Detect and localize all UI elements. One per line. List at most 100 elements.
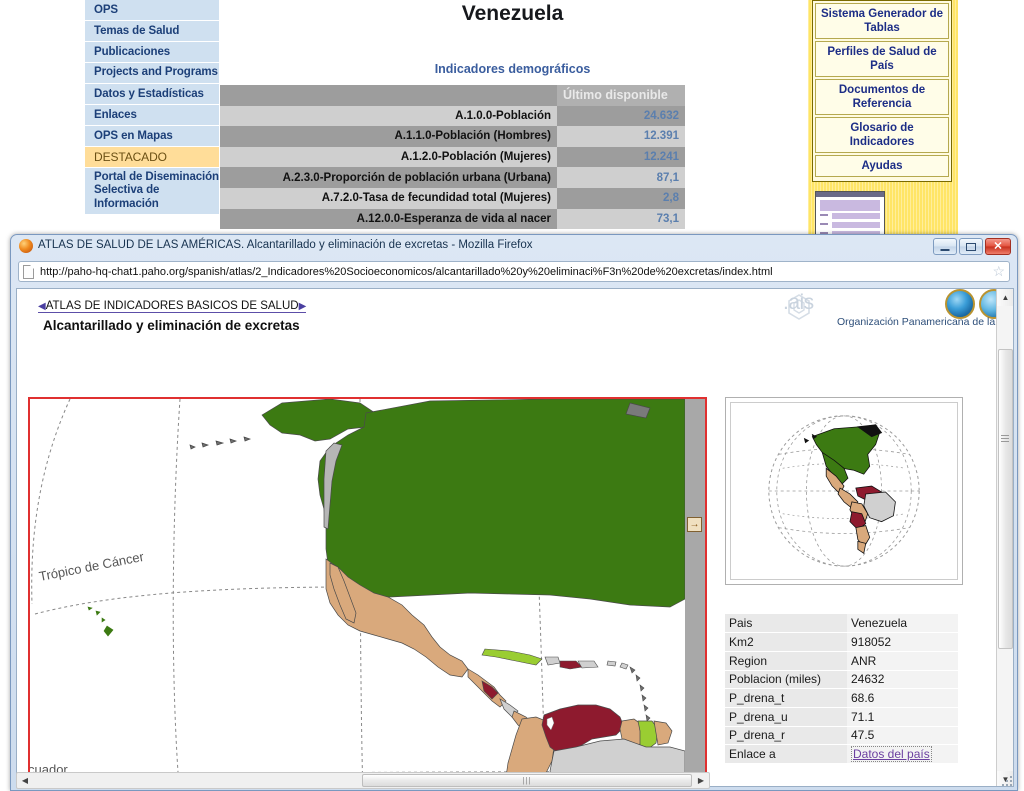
sidebar-item-datos-y-estadisticas[interactable]: Datos y Estadísticas bbox=[85, 84, 219, 105]
firefox-icon bbox=[19, 239, 33, 253]
globe-inset-canvas[interactable] bbox=[730, 402, 958, 580]
sidebar-item-temas-de-salud[interactable]: Temas de Salud bbox=[85, 21, 219, 42]
map-canvas[interactable]: Trópico de Cáncer cuador bbox=[30, 399, 685, 786]
button-perfiles-de-salud-de-pais[interactable]: Perfiles de Salud de País bbox=[815, 41, 949, 77]
demographic-indicators-table: Último disponible A.1.0.0-Población 24.6… bbox=[220, 85, 685, 230]
scrollbar-grip-icon bbox=[1001, 435, 1009, 444]
table-row: A.2.3.0-Proporción de población urbana (… bbox=[220, 167, 685, 188]
scroll-up-arrow-icon[interactable]: ▲ bbox=[997, 289, 1013, 306]
datos-del-pais-link[interactable]: Datos del país bbox=[851, 746, 932, 763]
attr-key: Km2 bbox=[725, 632, 847, 652]
attr-value: 918052 bbox=[847, 632, 958, 652]
attr-value: 24632 bbox=[847, 670, 958, 690]
maximize-button[interactable] bbox=[959, 238, 983, 255]
indicator-value: 12.391 bbox=[557, 126, 685, 147]
right-sidebar-yellow: Sistema Generador de Tablas Perfiles de … bbox=[808, 0, 958, 288]
globe-inset-icon bbox=[768, 415, 920, 567]
indicator-label: A.12.0.0-Esperanza de vida al nacer bbox=[220, 208, 557, 230]
background-main-column: Venezuela Indicadores demográficos Últim… bbox=[220, 0, 805, 236]
close-button[interactable]: ✕ bbox=[985, 238, 1011, 255]
minimize-button[interactable] bbox=[933, 238, 957, 255]
window-controls: ✕ bbox=[933, 238, 1011, 255]
ais-logo-text: .ais bbox=[783, 291, 814, 314]
button-sistema-generador-de-tablas[interactable]: Sistema Generador de Tablas bbox=[815, 3, 949, 39]
url-bar[interactable]: http://paho-hq-chat1.paho.org/spanish/at… bbox=[18, 261, 1010, 282]
table-row: Poblacion (miles) 24632 bbox=[725, 670, 958, 690]
table-row: Enlace a Datos del país bbox=[725, 744, 958, 764]
scroll-right-arrow-icon[interactable]: ▶ bbox=[693, 773, 709, 788]
attr-key: P_drena_u bbox=[725, 707, 847, 727]
hscrollbar-thumb[interactable]: ||| bbox=[362, 774, 692, 787]
attr-key: P_drena_r bbox=[725, 726, 847, 746]
indicator-label: A.1.0.0-Población bbox=[220, 105, 557, 127]
browser-navigation-bar: http://paho-hq-chat1.paho.org/spanish/at… bbox=[11, 258, 1017, 285]
indicator-value: 87,1 bbox=[557, 167, 685, 188]
map-panel[interactable]: Trópico de Cáncer cuador → ↘ ↓ 4000000 m bbox=[28, 397, 707, 786]
globe-inset-panel[interactable] bbox=[725, 397, 963, 585]
attr-value: 68.6 bbox=[847, 688, 958, 708]
table-row: P_drena_r 47.5 bbox=[725, 726, 958, 746]
sidebar-item-portal-diseminacion[interactable]: Portal de Diseminación Selectiva de Info… bbox=[85, 168, 219, 215]
table-row: Region ANR bbox=[725, 651, 958, 671]
table-row: A.12.0.0-Esperanza de vida al nacer 73,1 bbox=[220, 208, 685, 230]
table-row: P_drena_u 71.1 bbox=[725, 707, 958, 727]
table-row: A.1.0.0-Población 24.632 bbox=[220, 105, 685, 127]
indicators-subtitle: Indicadores demográficos bbox=[434, 62, 591, 76]
button-glosario-de-indicadores[interactable]: Glosario de Indicadores bbox=[815, 117, 949, 153]
indicator-label: A.2.3.0-Proporción de población urbana (… bbox=[220, 167, 557, 188]
window-title: ATLAS DE SALUD DE LAS AMÉRICAS. Alcantar… bbox=[38, 239, 533, 251]
indicator-value: 24.632 bbox=[557, 105, 685, 127]
attr-key: Enlace a bbox=[725, 744, 847, 764]
attr-key: Region bbox=[725, 651, 847, 671]
attr-key: P_drena_t bbox=[725, 688, 847, 708]
bookmark-star-icon[interactable]: ☆ bbox=[992, 263, 1005, 280]
country-attributes-table: Pais Venezuela Km2 918052 Region ANR Pob… bbox=[725, 614, 958, 764]
indicator-label: A.1.1.0-Población (Hombres) bbox=[220, 126, 557, 147]
attr-value: ANR bbox=[847, 651, 958, 671]
url-text[interactable]: http://paho-hq-chat1.paho.org/spanish/at… bbox=[40, 266, 988, 278]
sidebar-item-ops[interactable]: OPS bbox=[85, 0, 219, 21]
breadcrumb-next-icon[interactable]: ▶ bbox=[299, 301, 307, 312]
sidebar-item-destacado: DESTACADO bbox=[85, 146, 219, 168]
table-header-row: Último disponible bbox=[220, 85, 685, 106]
scrollbar-thumb[interactable] bbox=[998, 349, 1013, 649]
page-icon bbox=[23, 264, 34, 279]
left-sidebar-nav: OPS Temas de Salud Publicaciones Project… bbox=[85, 0, 220, 215]
breadcrumb-prev-icon[interactable]: ◀ bbox=[38, 301, 46, 312]
sidebar-item-publicaciones[interactable]: Publicaciones bbox=[85, 42, 219, 63]
map-scrollbar-vertical[interactable] bbox=[685, 399, 705, 786]
page-scrollbar-vertical[interactable]: ▲ ▼ bbox=[996, 289, 1013, 786]
firefox-window: ATLAS DE SALUD DE LAS AMÉRICAS. Alcantar… bbox=[10, 234, 1018, 791]
sidebar-item-projects-and-programs[interactable]: Projects and Programs bbox=[85, 63, 219, 84]
indicator-value: 12.241 bbox=[557, 146, 685, 168]
atlas-page-header: ◀ATLAS DE INDICADORES BASICOS DE SALUD▶ … bbox=[17, 289, 1013, 335]
table-row: A.1.1.0-Población (Hombres) 12.391 bbox=[220, 126, 685, 147]
yellow-button-group: Sistema Generador de Tablas Perfiles de … bbox=[812, 0, 952, 182]
attr-value: Venezuela bbox=[847, 614, 958, 634]
breadcrumb[interactable]: ◀ATLAS DE INDICADORES BASICOS DE SALUD▶ bbox=[38, 300, 307, 313]
window-scrollbar-horizontal[interactable]: ◀ ||| ▶ bbox=[16, 772, 710, 789]
table-row: Km2 918052 bbox=[725, 632, 958, 652]
resize-grip-icon[interactable] bbox=[1001, 775, 1014, 788]
attr-value-link[interactable]: Datos del país bbox=[847, 744, 958, 764]
indicator-value: 73,1 bbox=[557, 208, 685, 230]
button-ayudas[interactable]: Ayudas bbox=[815, 155, 949, 177]
breadcrumb-label[interactable]: ATLAS DE INDICADORES BASICOS DE SALUD bbox=[46, 300, 299, 312]
sidebar-item-enlaces[interactable]: Enlaces bbox=[85, 105, 219, 126]
attr-key: Pais bbox=[725, 614, 847, 634]
button-documentos-de-referencia[interactable]: Documentos de Referencia bbox=[815, 79, 949, 115]
map-pan-right-button[interactable]: → bbox=[687, 517, 702, 532]
page-title: Venezuela bbox=[461, 2, 564, 25]
atlas-subject-title: Alcantarillado y eliminación de excretas bbox=[43, 318, 300, 333]
table-row: Pais Venezuela bbox=[725, 614, 958, 634]
table-row: A.7.2.0-Tasa de fecundidad total (Mujere… bbox=[220, 187, 685, 209]
indicator-label: A.7.2.0-Tasa de fecundidad total (Mujere… bbox=[220, 187, 557, 209]
attr-value: 47.5 bbox=[847, 726, 958, 746]
scroll-left-arrow-icon[interactable]: ◀ bbox=[17, 773, 33, 788]
window-titlebar[interactable]: ATLAS DE SALUD DE LAS AMÉRICAS. Alcantar… bbox=[11, 235, 1017, 258]
header-ultimo-disponible: Último disponible bbox=[557, 85, 685, 106]
sidebar-item-ops-en-mapas[interactable]: OPS en Mapas bbox=[85, 126, 219, 147]
table-row: P_drena_t 68.6 bbox=[725, 688, 958, 708]
organization-caption: Organización Panamericana de la Salud bbox=[837, 316, 1014, 328]
globe-icon bbox=[945, 289, 975, 319]
